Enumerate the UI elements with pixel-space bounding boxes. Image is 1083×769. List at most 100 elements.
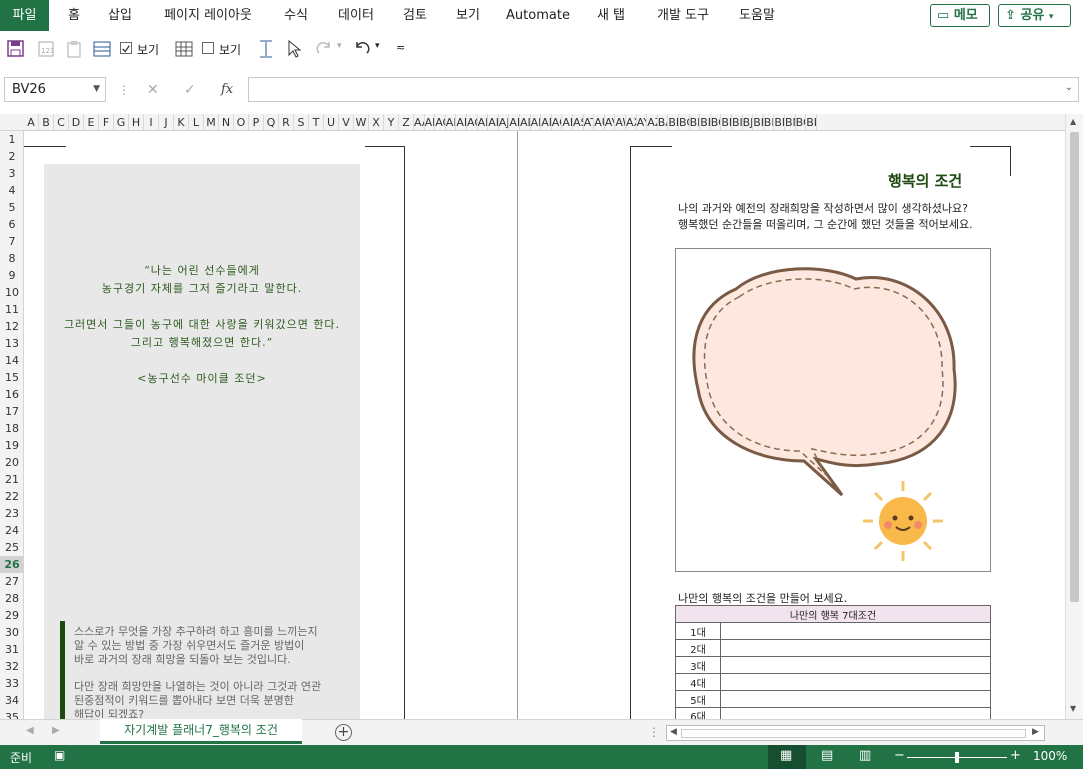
row-header-cell[interactable]: 14 (0, 352, 23, 369)
scroll-right-icon[interactable]: ▶ (1032, 727, 1039, 737)
zoom-out-icon[interactable]: − (894, 748, 905, 763)
column-header-cell[interactable]: G (114, 114, 129, 130)
undo-dropdown-icon[interactable]: ▾ (375, 41, 380, 51)
column-header-cell[interactable]: R (279, 114, 294, 130)
chevron-down-icon[interactable]: ▼ (93, 78, 100, 101)
resize-icon[interactable] (256, 39, 276, 59)
redo-icon[interactable] (314, 39, 334, 59)
column-header-cell[interactable]: BG (711, 114, 722, 130)
column-header-cell[interactable]: AF (456, 114, 467, 130)
column-header-cell[interactable]: J (159, 114, 174, 130)
column-header-cell[interactable]: BC (796, 114, 807, 130)
add-sheet-button[interactable]: + (335, 724, 352, 741)
column-header-cell[interactable]: BL (764, 114, 775, 130)
page-break-view-icon[interactable]: ▥ (859, 748, 871, 763)
column-header-cell[interactable]: AW (615, 114, 626, 130)
save-icon[interactable] (6, 39, 26, 59)
column-header-cell[interactable]: BJ (743, 114, 754, 130)
row-header-cell[interactable]: 25 (0, 539, 23, 556)
column-header-cell[interactable]: N (219, 114, 234, 130)
prev-sheet-icon[interactable]: ◀ (26, 725, 34, 736)
row-header-cell[interactable]: 8 (0, 250, 23, 267)
column-header-cell[interactable]: AI (488, 114, 499, 130)
row-header-cell[interactable]: 33 (0, 675, 23, 692)
enter-icon[interactable]: ✓ (184, 82, 196, 98)
column-header-cell[interactable]: AX (626, 114, 637, 130)
row-header-cell[interactable]: 31 (0, 641, 23, 658)
column-header-cell[interactable]: W (354, 114, 369, 130)
tab-new[interactable]: 새 탭 (590, 0, 632, 31)
row-header-cell[interactable]: 13 (0, 335, 23, 352)
split-handle-icon[interactable]: ⋮ (648, 725, 660, 739)
row-header-cell[interactable]: 10 (0, 284, 23, 301)
normal-view-button[interactable]: ▦ (768, 745, 806, 769)
row-header-cell[interactable]: 29 (0, 607, 23, 624)
column-header-cell[interactable]: P (249, 114, 264, 130)
column-header-cell[interactable]: AJ (499, 114, 510, 130)
column-header-cell[interactable]: AS (573, 114, 584, 130)
column-header-cell[interactable]: A (24, 114, 39, 130)
insert-function-icon[interactable]: fx (221, 82, 233, 97)
column-header-cell[interactable]: F (99, 114, 114, 130)
name-box[interactable]: BV26 ▼ (4, 77, 106, 102)
column-header-cell[interactable]: AN (541, 114, 552, 130)
column-header-cell[interactable]: BC (679, 114, 690, 130)
table-icon[interactable] (92, 39, 112, 59)
column-header-cell[interactable]: BF (806, 114, 817, 130)
redo-dropdown-icon[interactable]: ▾ (337, 41, 342, 51)
column-header-cell[interactable]: BI (732, 114, 743, 130)
tab-insert[interactable]: 삽입 (102, 0, 138, 31)
column-header-cell[interactable]: AY (637, 114, 648, 130)
column-header-cell[interactable]: BF (700, 114, 711, 130)
row-header-cell[interactable]: 4 (0, 182, 23, 199)
row-header-cell[interactable]: 5 (0, 199, 23, 216)
h-scroll-thumb[interactable] (681, 729, 1026, 738)
tab-help[interactable]: 도움말 (733, 0, 781, 31)
column-header-cell[interactable]: BN (785, 114, 796, 130)
gridlines-icon[interactable] (174, 39, 194, 59)
customize-toolbar-icon[interactable]: ≂ (396, 41, 405, 54)
column-header-cell[interactable]: H (129, 114, 144, 130)
column-header-cell[interactable]: B (39, 114, 54, 130)
column-header-cell[interactable]: BE (690, 114, 701, 130)
row-header-cell[interactable]: 21 (0, 471, 23, 488)
row-header-cell[interactable]: 6 (0, 216, 23, 233)
row-header-cell[interactable]: 34 (0, 692, 23, 709)
column-header-cell[interactable]: AT (584, 114, 595, 130)
formula-input[interactable]: ⌄ (248, 77, 1079, 102)
accessibility-icon[interactable]: ▣ (54, 748, 65, 762)
page-layout-view-icon[interactable]: ▤ (821, 748, 833, 763)
column-header-cell[interactable]: I (144, 114, 159, 130)
table-cell[interactable] (720, 656, 991, 674)
column-header-cell[interactable]: O (234, 114, 249, 130)
row-header-cell[interactable]: 2 (0, 148, 23, 165)
column-header-cell[interactable]: U (324, 114, 339, 130)
row-header-cell[interactable]: 3 (0, 165, 23, 182)
next-sheet-icon[interactable]: ▶ (52, 725, 60, 736)
view-checkbox-2[interactable] (202, 42, 214, 54)
column-header-cell[interactable]: AF (562, 114, 573, 130)
column-header-cell[interactable]: BE (668, 114, 679, 130)
tab-home[interactable]: 홈 (60, 0, 88, 31)
tab-formulas[interactable]: 수식 (278, 0, 314, 31)
tab-file[interactable]: 파일 (0, 0, 49, 31)
memo-button[interactable]: ▭ 메모 (930, 4, 990, 27)
table-cell[interactable] (720, 622, 991, 640)
column-header-cell[interactable]: T (309, 114, 324, 130)
column-header-cell[interactable]: Q (264, 114, 279, 130)
table-cell[interactable] (720, 673, 991, 691)
column-header-cell[interactable]: AU (594, 114, 605, 130)
tab-developer[interactable]: 개발 도구 (648, 0, 718, 31)
column-header-cell[interactable]: AC (552, 114, 563, 130)
column-header-cell[interactable]: AE (446, 114, 457, 130)
row-header-cell[interactable]: 28 (0, 590, 23, 607)
tab-view[interactable]: 보기 (450, 0, 486, 31)
column-header-cell[interactable]: AH (478, 114, 489, 130)
row-header-cell[interactable]: 32 (0, 658, 23, 675)
column-header-cell[interactable]: BK (753, 114, 764, 130)
column-header-cell[interactable]: AV (605, 114, 616, 130)
column-header-cell[interactable]: BM (774, 114, 785, 130)
row-header-cell[interactable]: 7 (0, 233, 23, 250)
paste-icon[interactable] (64, 39, 84, 59)
column-header-cell[interactable]: V (339, 114, 354, 130)
